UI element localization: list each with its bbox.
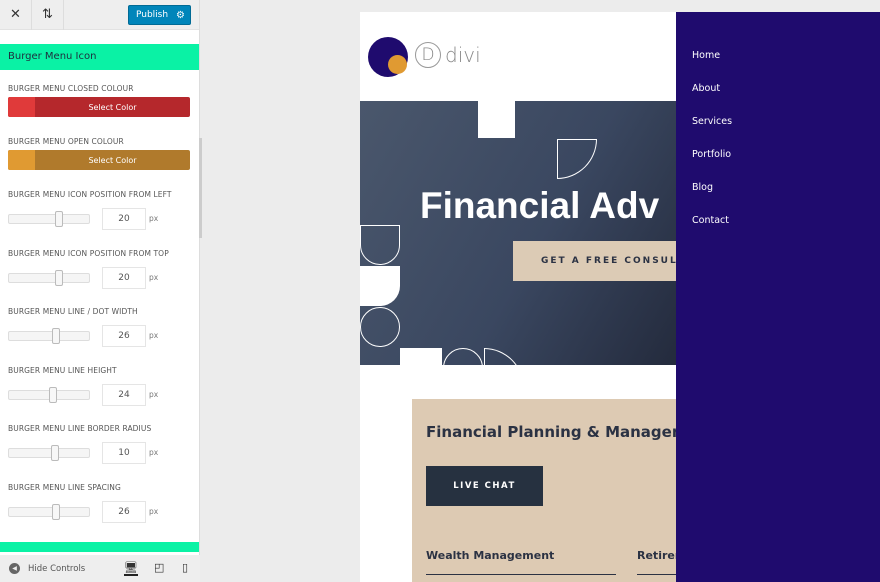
hero-section: Financial Adv GET A FREE CONSULTAT — [360, 101, 680, 365]
hide-controls-label: Hide Controls — [28, 563, 86, 574]
menu-item-contact[interactable]: Contact — [692, 215, 729, 226]
slider-label: BURGER MENU LINE / DOT WIDTH — [8, 307, 138, 317]
bottom-bar: ◀ Hide Controls 🖥 ◰ ▯ — [0, 555, 200, 582]
slider-track[interactable] — [8, 328, 90, 345]
unit-label: px — [149, 389, 159, 399]
phone-icon[interactable]: ▯ — [182, 561, 188, 574]
closed-colour-label: BURGER MENU CLOSED COLOUR — [8, 84, 134, 93]
decor-shape — [557, 139, 597, 179]
unit-label: px — [149, 214, 159, 223]
menu-item-portfolio[interactable]: Portfolio — [692, 149, 731, 160]
value-input[interactable]: 10 — [102, 442, 146, 465]
divi-logo[interactable]: Ddivi — [415, 42, 481, 68]
open-burger-menu: Home About Services Portfolio Blog Contact — [676, 12, 880, 582]
services-card: Financial Planning & Manageme LIVE CHAT … — [412, 399, 698, 582]
open-colour-button[interactable]: Select Color — [8, 150, 190, 170]
menu-item-about[interactable]: About — [692, 83, 720, 94]
color-swatch — [8, 150, 35, 170]
slider-label: BURGER MENU ICON POSITION FROM TOP — [8, 248, 169, 258]
live-chat-button[interactable]: LIVE CHAT — [426, 466, 543, 506]
slider-handle[interactable] — [55, 269, 63, 286]
value-input[interactable]: 20 — [102, 208, 146, 230]
open-colour-label: BURGER MENU OPEN COLOUR — [8, 137, 124, 146]
consultation-button[interactable]: GET A FREE CONSULTAT — [513, 241, 680, 281]
slider-track[interactable] — [8, 269, 90, 286]
customizer-panel: ✕ ⇅ Publish ⚙ Burger Menu Icon BURGER MEN… — [0, 0, 202, 582]
gear-icon[interactable]: ⚙ — [176, 10, 185, 21]
divider — [426, 574, 616, 575]
value-input[interactable]: 20 — [102, 266, 146, 289]
desktop-icon[interactable]: 🖥 — [124, 561, 138, 576]
publish-label: Publish — [136, 10, 169, 20]
reorder-icon[interactable]: ⇅ — [32, 0, 64, 30]
menu-item-services[interactable]: Services — [692, 116, 732, 127]
slider-track[interactable] — [8, 504, 90, 520]
slider-track[interactable] — [8, 445, 90, 462]
divi-logo-text: divi — [445, 43, 481, 67]
unit-label: px — [149, 331, 159, 341]
slider-label: BURGER MENU LINE BORDER RADIUS — [8, 424, 152, 434]
slider-handle[interactable] — [52, 504, 60, 520]
slider-label: BURGER MENU LINE SPACING — [8, 483, 121, 492]
decor-shape — [360, 266, 400, 306]
slider-handle[interactable] — [49, 386, 57, 403]
collapse-icon: ◀ — [9, 563, 20, 574]
next-section-header[interactable] — [0, 542, 199, 552]
slider-handle[interactable] — [51, 445, 59, 462]
decor-square — [400, 348, 442, 365]
card-title: Financial Planning & Manageme — [426, 423, 698, 441]
value-input[interactable]: 26 — [102, 501, 146, 523]
hero-title: Financial Adv — [420, 185, 660, 226]
closed-colour-button[interactable]: Select Color — [8, 97, 190, 117]
logo-dot — [388, 55, 407, 74]
decor-square — [478, 101, 515, 138]
menu-item-home[interactable]: Home — [692, 50, 720, 61]
select-color-label: Select Color — [88, 102, 137, 112]
unit-label: px — [149, 507, 159, 516]
service-title: Wealth Management — [426, 549, 555, 562]
decor-circle — [443, 348, 483, 365]
decor-shape — [484, 348, 524, 365]
hide-controls-button[interactable]: ◀ Hide Controls — [9, 563, 85, 574]
unit-label: px — [149, 448, 159, 458]
close-icon[interactable]: ✕ — [0, 0, 32, 30]
select-color-label: Select Color — [88, 155, 137, 165]
decor-circle — [360, 307, 400, 347]
tablet-icon[interactable]: ◰ — [154, 561, 164, 574]
slider-track[interactable] — [8, 211, 90, 227]
slider-label: BURGER MENU LINE HEIGHT — [8, 365, 117, 375]
publish-button[interactable]: Publish ⚙ — [128, 5, 191, 25]
menu-item-blog[interactable]: Blog — [692, 182, 713, 193]
decor-shape — [360, 225, 400, 265]
unit-label: px — [149, 272, 159, 282]
slider-track[interactable] — [8, 386, 90, 403]
slider-handle[interactable] — [55, 211, 63, 227]
value-input[interactable]: 26 — [102, 325, 146, 348]
value-input[interactable]: 24 — [102, 383, 146, 406]
scrollbar[interactable] — [199, 138, 202, 238]
section-header[interactable]: Burger Menu Icon — [0, 44, 199, 70]
slider-label: BURGER MENU ICON POSITION FROM LEFT — [8, 190, 172, 199]
divi-logo-letter: D — [415, 42, 441, 68]
color-swatch — [8, 97, 35, 117]
slider-handle[interactable] — [52, 328, 60, 345]
